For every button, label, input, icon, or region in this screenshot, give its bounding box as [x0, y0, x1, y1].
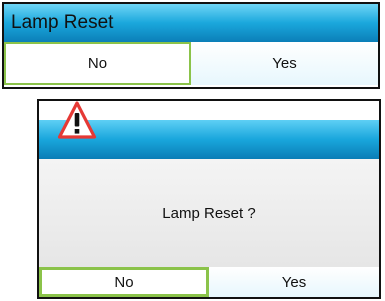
dialog-yes-button[interactable]: Yes [209, 267, 379, 297]
confirm-dialog: Lamp Reset ? No Yes [37, 99, 381, 299]
panel-title: Lamp Reset [4, 4, 378, 42]
dialog-no-button[interactable]: No [39, 267, 209, 297]
warning-icon [57, 101, 97, 139]
no-button[interactable]: No [4, 42, 191, 85]
lamp-reset-panel: Lamp Reset No Yes [2, 2, 380, 89]
dialog-message: Lamp Reset ? [162, 205, 256, 222]
button-row: No Yes [4, 42, 378, 85]
yes-button[interactable]: Yes [191, 42, 378, 85]
dialog-button-row: No Yes [39, 267, 379, 297]
